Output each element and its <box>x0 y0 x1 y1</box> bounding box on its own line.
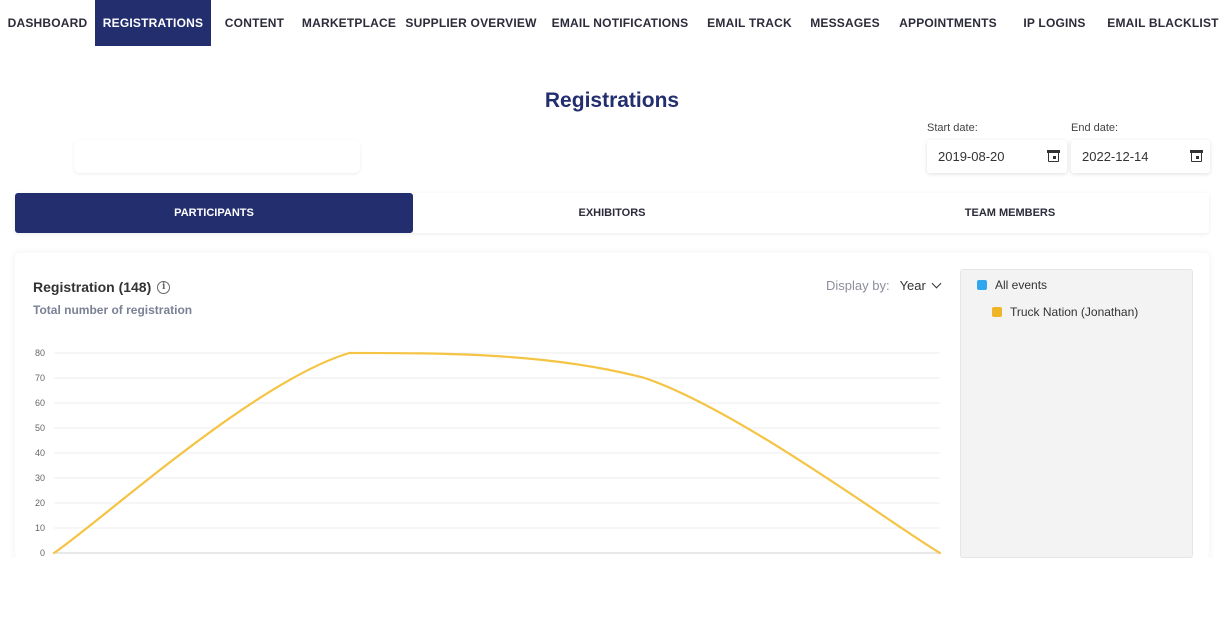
y-tick-label: 10 <box>35 523 45 533</box>
registration-line-chart: 0 10 20 30 40 50 60 70 80 <box>35 348 942 558</box>
y-tick-label: 20 <box>35 498 45 508</box>
y-tick-label: 80 <box>35 348 45 358</box>
page-bottom-area <box>0 558 1224 618</box>
y-tick-label: 70 <box>35 373 45 383</box>
y-tick-label: 30 <box>35 473 45 483</box>
y-tick-label: 50 <box>35 423 45 433</box>
y-tick-label: 40 <box>35 448 45 458</box>
y-tick-label: 0 <box>40 548 45 558</box>
y-tick-label: 60 <box>35 398 45 408</box>
